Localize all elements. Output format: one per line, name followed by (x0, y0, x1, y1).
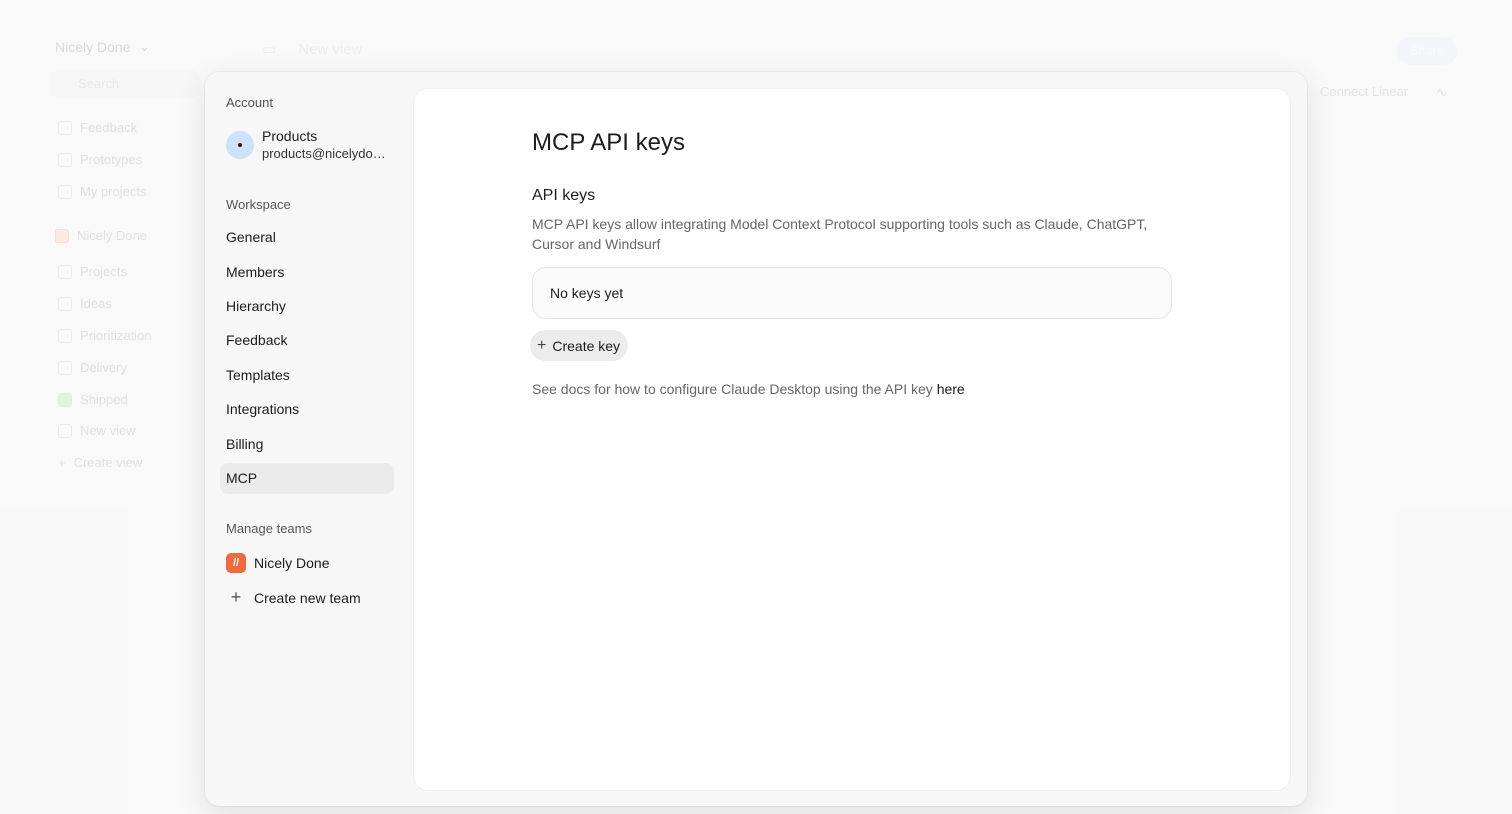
docs-link[interactable]: here (937, 381, 965, 397)
docs-text: See docs for how to configure Claude Des… (532, 381, 933, 397)
settings-item-feedback[interactable]: Feedback (220, 325, 394, 356)
account-section-label: Account (226, 95, 273, 110)
settings-content-card: MCP API keys API keys MCP API keys allow… (414, 89, 1290, 790)
avatar-dot-icon (238, 142, 242, 147)
settings-item-mcp[interactable]: MCP (220, 463, 394, 494)
team-logo-icon: // (226, 553, 246, 573)
docs-hint: See docs for how to configure Claude Des… (532, 381, 1172, 397)
account-item[interactable]: Products products@nicelydone.club (226, 128, 392, 161)
settings-item-hierarchy[interactable]: Hierarchy (220, 291, 394, 322)
settings-modal: Account Products products@nicelydone.clu… (205, 72, 1307, 806)
settings-item-general[interactable]: General (220, 222, 394, 253)
mcp-settings: MCP API keys API keys MCP API keys allow… (530, 129, 1172, 397)
manage-teams-label: Manage teams (226, 521, 312, 536)
create-team-label: Create new team (254, 589, 361, 606)
create-key-label: Create key (552, 337, 621, 354)
avatar (226, 130, 254, 159)
plus-icon: + (537, 336, 547, 354)
section-title: API keys (532, 187, 596, 204)
account-name: Products (262, 128, 318, 144)
plus-icon: + (230, 587, 242, 607)
settings-item-templates[interactable]: Templates (220, 360, 394, 391)
page-title: MCP API keys (532, 129, 685, 156)
team-item-nicely-done[interactable]: // Nicely Done (226, 553, 329, 573)
create-key-button[interactable]: + Create key (530, 330, 629, 361)
create-team-button[interactable]: + Create new team (226, 587, 361, 608)
settings-item-billing[interactable]: Billing (220, 429, 394, 460)
team-name: Nicely Done (254, 555, 330, 571)
settings-item-members[interactable]: Members (220, 257, 394, 288)
section-description: MCP API keys allow integrating Model Con… (532, 216, 1148, 252)
keys-empty-state: No keys yet (532, 267, 1172, 319)
workspace-section-label: Workspace (226, 197, 291, 212)
account-email: products@nicelydone.club (262, 146, 392, 161)
settings-sidebar: Account Products products@nicelydone.clu… (205, 72, 413, 806)
settings-item-integrations[interactable]: Integrations (220, 394, 394, 425)
